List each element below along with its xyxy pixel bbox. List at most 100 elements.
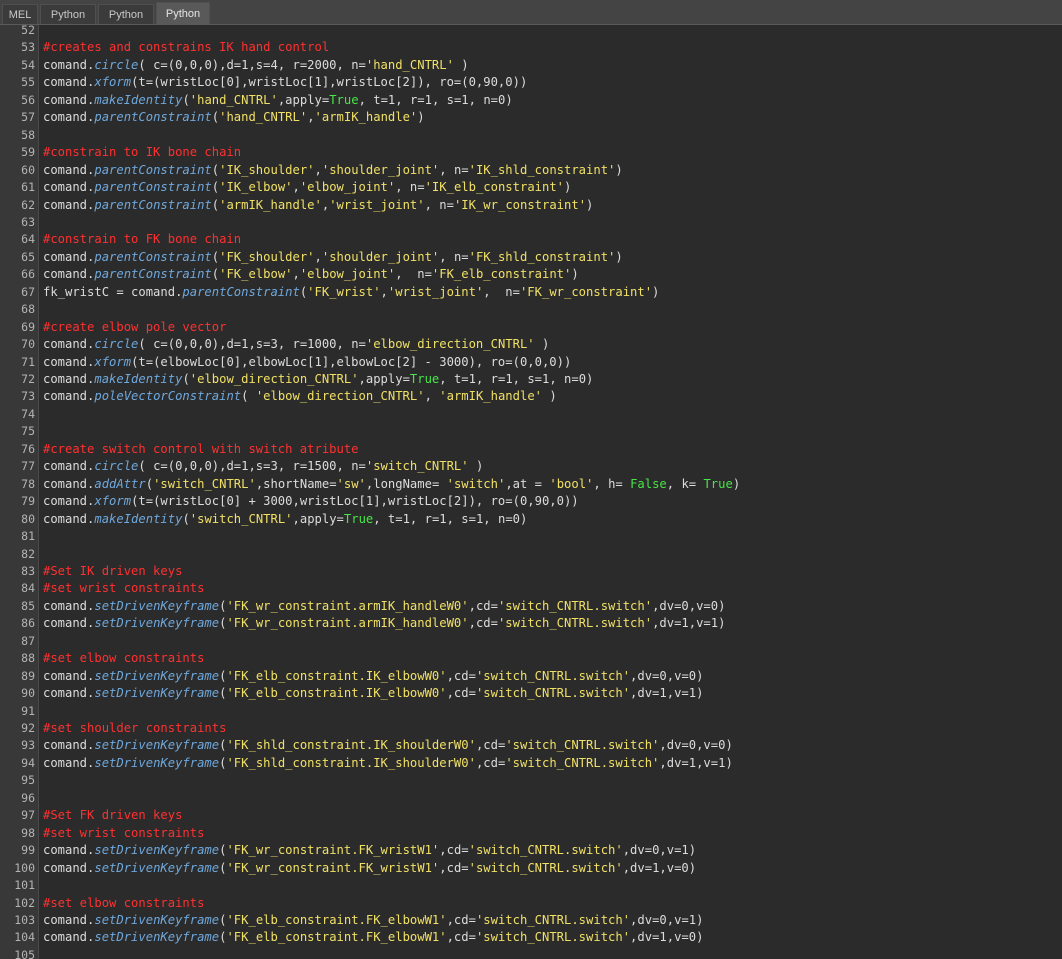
line-number: 70 — [21, 337, 35, 352]
code-line[interactable]: 70 comand.circle( c=(0,0,0),d=1,s=3, r=10… — [0, 336, 1062, 353]
line-number: 74 — [21, 406, 35, 421]
code-line[interactable]: 62 comand.parentConstraint('armIK_handle'… — [0, 197, 1062, 214]
code-token-plain: , t=1, r=1, s=1, n=0) — [373, 511, 528, 526]
code-line[interactable]: 104 comand.setDrivenKeyframe('FK_elb_cons… — [0, 929, 1062, 946]
code-token-plain: , n= — [439, 162, 469, 177]
code-token-string: 'FK_wr_constraint.armIK_handleW0' — [226, 616, 469, 631]
code-line[interactable]: 73 comand.poleVectorConstraint( 'elbow_di… — [0, 388, 1062, 405]
code-line[interactable]: 95 — [0, 772, 1062, 789]
code-line[interactable]: 85 comand.setDrivenKeyframe('FK_wr_constr… — [0, 598, 1062, 615]
code-line[interactable]: 91 — [0, 703, 1062, 720]
code-text: comand.setDrivenKeyframe('FK_elb_constra… — [43, 929, 703, 946]
code-line[interactable]: 57 comand.parentConstraint('hand_CNTRL','… — [0, 109, 1062, 126]
code-text: #constrain to FK bone chain — [43, 231, 241, 248]
code-token-comment: #Set FK driven keys — [43, 808, 183, 823]
code-line[interactable]: 99 comand.setDrivenKeyframe('FK_wr_constr… — [0, 842, 1062, 859]
code-token-method: setDrivenKeyframe — [94, 598, 220, 613]
tab-python-2[interactable]: Python — [98, 4, 154, 24]
code-line[interactable]: 82 — [0, 546, 1062, 563]
code-token-plain: , t=1, r=1, s=1, n=0) — [358, 92, 513, 107]
code-line[interactable]: 65 comand.parentConstraint('FK_shoulder',… — [0, 249, 1062, 266]
code-line[interactable]: 97 #Set FK driven keys — [0, 807, 1062, 824]
code-token-string: 'switch_CNTRL.switch' — [505, 755, 660, 770]
code-token-string: 'FK_elb_constraint' — [431, 267, 572, 282]
code-line[interactable]: 79 comand.xform(t=(wristLoc[0] + 3000,wri… — [0, 493, 1062, 510]
code-line[interactable]: 90 comand.setDrivenKeyframe('FK_elb_const… — [0, 685, 1062, 702]
code-token-plain: ,apply= — [358, 372, 410, 386]
code-line[interactable]: 77 comand.circle( c=(0,0,0),d=1,s=3, r=15… — [0, 458, 1062, 475]
code-line[interactable]: 53 #creates and constrains IK hand contro… — [0, 39, 1062, 56]
line-number: 62 — [21, 197, 35, 212]
code-line[interactable]: 61 comand.parentConstraint('IK_elbow','el… — [0, 179, 1062, 196]
code-editor[interactable]: 52 53 #creates and constrains IK hand cont… — [0, 25, 1062, 959]
code-token-plain: ,dv=0,v=0) — [659, 738, 733, 753]
code-token-plain: ) — [615, 249, 623, 264]
code-token-plain: comand. — [43, 738, 95, 753]
line-number: 67 — [21, 284, 35, 299]
code-line[interactable]: 67 fk_wristC = comand.parentConstraint('F… — [0, 284, 1062, 301]
code-line[interactable]: 69 #create elbow pole vector — [0, 319, 1062, 336]
code-line[interactable]: 84 #set wrist constraints — [0, 580, 1062, 597]
code-line[interactable]: 75 — [0, 423, 1062, 440]
line-number: 82 — [21, 546, 35, 561]
code-token-method: parentConstraint — [94, 180, 212, 195]
code-line[interactable]: 72 comand.makeIdentity('elbow_direction_C… — [0, 371, 1062, 388]
line-number: 71 — [21, 354, 35, 369]
code-line[interactable]: 55 comand.xform(t=(wristLoc[0],wristLoc[1… — [0, 74, 1062, 91]
code-line[interactable]: 88 #set elbow constraints — [0, 650, 1062, 667]
line-number: 91 — [21, 703, 35, 718]
tab-python-1[interactable]: Python — [40, 4, 96, 24]
code-line[interactable]: 78 comand.addAttr('switch_CNTRL',shortNam… — [0, 476, 1062, 493]
code-line[interactable]: 80 comand.makeIdentity('switch_CNTRL',app… — [0, 511, 1062, 528]
code-line[interactable]: 94 comand.setDrivenKeyframe('FK_shld_cons… — [0, 755, 1062, 772]
code-text: comand.xform(t=(elbowLoc[0],elbowLoc[1],… — [43, 354, 571, 371]
code-line[interactable]: 63 — [0, 214, 1062, 231]
code-line[interactable]: 86 comand.setDrivenKeyframe('FK_wr_constr… — [0, 615, 1062, 632]
code-line[interactable]: 56 comand.makeIdentity('hand_CNTRL',apply… — [0, 92, 1062, 109]
code-token-const: True — [343, 511, 374, 526]
code-line[interactable]: 64 #constrain to FK bone chain — [0, 231, 1062, 248]
code-line[interactable]: 66 comand.parentConstraint('FK_elbow','el… — [0, 266, 1062, 283]
code-line[interactable]: 52 — [0, 25, 1062, 39]
code-line[interactable]: 81 — [0, 528, 1062, 545]
code-line[interactable]: 58 — [0, 127, 1062, 144]
code-line[interactable]: 103 comand.setDrivenKeyframe('FK_elb_cons… — [0, 912, 1062, 929]
code-line[interactable]: 76 #create switch control with switch atr… — [0, 441, 1062, 458]
code-line[interactable]: 59 #constrain to IK bone chain — [0, 144, 1062, 161]
code-line[interactable]: 93 comand.setDrivenKeyframe('FK_shld_cons… — [0, 737, 1062, 754]
code-token-string: 'hand_CNTRL' — [189, 92, 278, 107]
code-token-plain: comand. — [43, 930, 95, 945]
code-token-method: setDrivenKeyframe — [94, 616, 220, 631]
code-token-plain: comand. — [43, 354, 95, 369]
code-line[interactable]: 68 — [0, 301, 1062, 318]
code-line[interactable]: 92 #set shoulder constraints — [0, 720, 1062, 737]
code-line[interactable]: 60 comand.parentConstraint('IK_shoulder',… — [0, 162, 1062, 179]
code-line[interactable]: 83 #Set IK driven keys — [0, 563, 1062, 580]
code-line[interactable]: 101 — [0, 877, 1062, 894]
code-line[interactable]: 54 comand.circle( c=(0,0,0),d=1,s=4, r=20… — [0, 57, 1062, 74]
tab-python-3[interactable]: Python — [156, 2, 210, 24]
code-text: comand.parentConstraint('armIK_handle','… — [43, 197, 593, 214]
code-token-plain: ,dv=0,v=1) — [630, 912, 704, 927]
code-line[interactable]: 105 — [0, 947, 1062, 959]
code-line[interactable]: 87 — [0, 633, 1062, 650]
code-line[interactable]: 96 — [0, 790, 1062, 807]
code-text: comand.circle( c=(0,0,0),d=1,s=3, r=1000… — [43, 336, 549, 353]
code-line[interactable]: 89 comand.setDrivenKeyframe('FK_elb_const… — [0, 668, 1062, 685]
code-token-plain: ( c=(0,0,0),d=1,s=4, r=2000, n= — [138, 57, 366, 72]
code-token-string: 'IK_wr_constraint' — [453, 197, 587, 212]
code-text: comand.setDrivenKeyframe('FK_elb_constra… — [43, 685, 703, 702]
code-text: comand.setDrivenKeyframe('FK_wr_constrai… — [43, 842, 696, 859]
code-line[interactable]: 74 — [0, 406, 1062, 423]
line-number: 73 — [21, 389, 35, 404]
code-token-plain: , — [292, 267, 300, 282]
tab-mel[interactable]: MEL — [2, 4, 38, 24]
code-line[interactable]: 98 #set wrist constraints — [0, 825, 1062, 842]
code-token-method: setDrivenKeyframe — [94, 668, 220, 683]
code-text: comand.setDrivenKeyframe('FK_wr_constrai… — [43, 615, 725, 632]
code-line[interactable]: 71 comand.xform(t=(elbowLoc[0],elbowLoc[1… — [0, 354, 1062, 371]
code-token-string: 'FK_wr_constraint.armIK_handleW0' — [226, 598, 469, 613]
code-line[interactable]: 102 #set elbow constraints — [0, 895, 1062, 912]
code-line[interactable]: 100 comand.setDrivenKeyframe('FK_wr_const… — [0, 860, 1062, 877]
line-number: 80 — [21, 511, 35, 526]
